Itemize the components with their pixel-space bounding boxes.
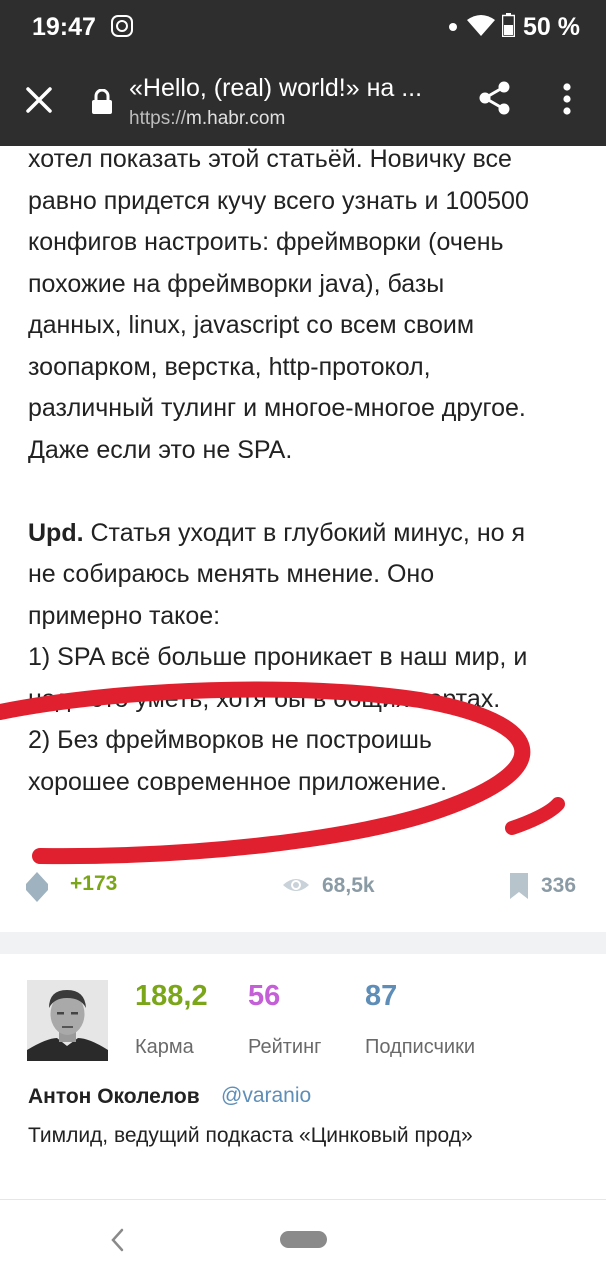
article-score: +173	[70, 872, 118, 895]
article-line: различный тулинг и многое-многое другое.	[28, 394, 526, 422]
rating-metric: 56 Рейтинг	[248, 978, 321, 1059]
vote-icon[interactable]	[26, 872, 48, 902]
subscribers-value: 87	[365, 980, 398, 1012]
karma-metric: 188,2 Карма	[135, 978, 208, 1059]
status-bar: 19:47 50 %	[0, 0, 606, 56]
upd-label: Upd.	[28, 518, 84, 547]
more-options-icon[interactable]	[560, 82, 574, 116]
battery-icon	[502, 13, 515, 37]
article-line: похожие на фреймворки java), базы	[28, 269, 445, 298]
article-stats: +173 68,5k 336	[0, 860, 606, 910]
article-line: не собираюсь менять мнение. Оно	[28, 560, 435, 588]
author-bio: Тимлид, ведущий подкаста «Цинковый прод»	[28, 1124, 473, 1147]
back-icon[interactable]	[110, 1228, 124, 1252]
red-scribble-annotation	[0, 681, 565, 865]
article-line: зоопарком, верстка, http-протокол,	[28, 352, 431, 381]
bookmarks-count: 336	[541, 874, 577, 897]
notification-dot-icon	[449, 23, 457, 31]
rating-value: 56	[248, 980, 281, 1012]
karma-label: Карма	[135, 1036, 194, 1058]
section-divider	[0, 932, 606, 954]
author-name[interactable]: Антон Околелов	[28, 1085, 200, 1109]
lock-icon	[92, 89, 112, 114]
page-title[interactable]: «Hello, (real) world!» на ...	[129, 74, 422, 103]
close-icon[interactable]	[22, 83, 56, 117]
share-icon[interactable]	[478, 80, 512, 116]
status-time: 19:47	[32, 13, 96, 41]
notification-icon	[111, 15, 133, 37]
article-line: конфигов настроить: фреймворки (очень	[28, 228, 504, 256]
views-count: 68,5k	[322, 874, 375, 897]
author-card: 188,2 Карма 56 Рейтинг 87 Подписчики Ант…	[0, 954, 606, 1200]
views-icon	[283, 879, 309, 891]
subscribers-metric: 87 Подписчики	[365, 978, 475, 1059]
article-line: Даже если это не SPA.	[28, 435, 293, 464]
home-pill-button[interactable]	[280, 1231, 327, 1248]
author-nickname[interactable]: @varanio	[221, 1084, 311, 1108]
bookmark-icon[interactable]	[509, 872, 529, 900]
article-line: данных, linux, javascript со всем своим	[28, 311, 475, 339]
article-line: равно придется кучу всего узнать и 10050…	[28, 186, 529, 215]
article-line: Upd. Статья уходит в глубокий минус, но …	[28, 518, 526, 547]
page-url[interactable]: https://m.habr.com	[129, 108, 285, 130]
article-line: хотел показать этой статьёй. Новичку все	[28, 145, 512, 173]
subscribers-label: Подписчики	[365, 1036, 476, 1058]
rating-label: Рейтинг	[248, 1036, 322, 1058]
karma-value: 188,2	[135, 980, 208, 1012]
system-nav-bar	[0, 1200, 606, 1280]
article-line: примерно такое:	[28, 601, 221, 630]
wifi-icon	[467, 15, 495, 36]
avatar[interactable]	[27, 980, 108, 1061]
battery-percent: 50 %	[523, 13, 580, 41]
browser-toolbar: «Hello, (real) world!» на ... https://m.…	[0, 56, 606, 146]
